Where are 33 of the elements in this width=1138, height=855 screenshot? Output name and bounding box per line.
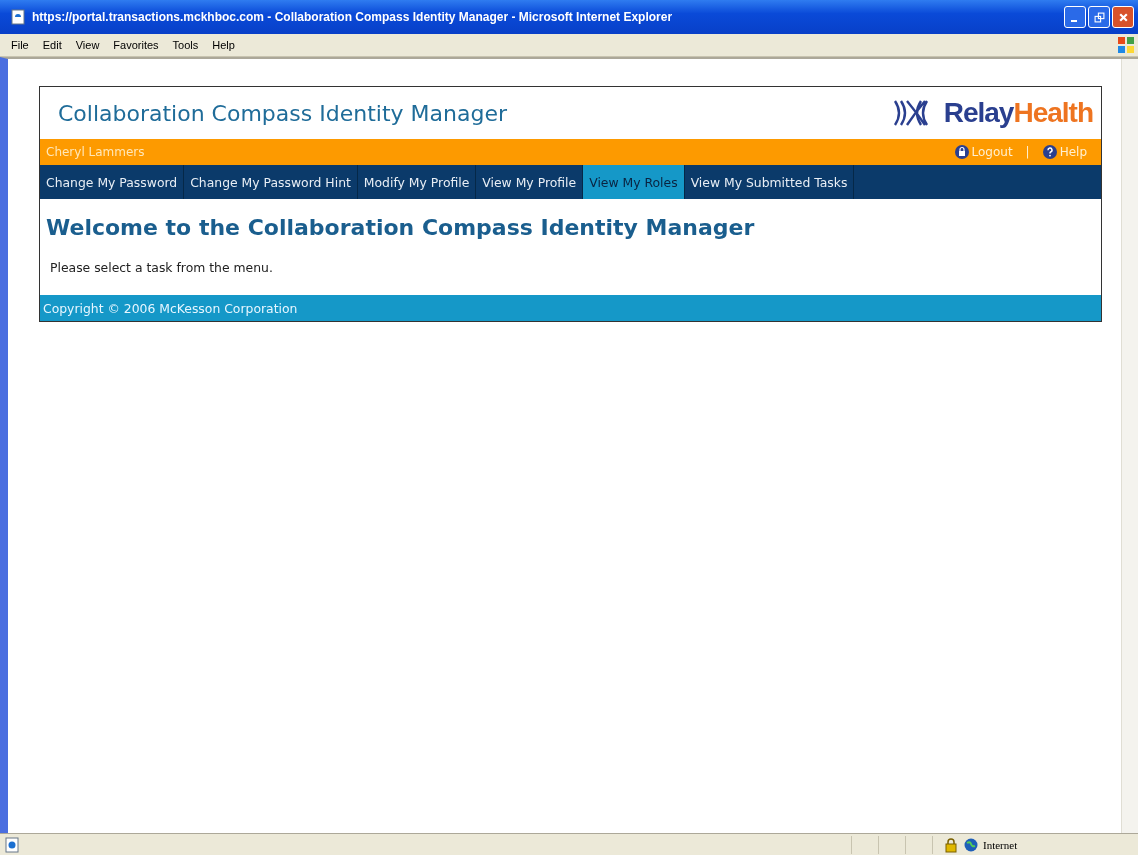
menu-item[interactable]: File <box>4 39 36 51</box>
restore-button[interactable] <box>1088 6 1110 28</box>
minimize-button[interactable] <box>1064 6 1086 28</box>
nav-tab[interactable]: View My Submitted Tasks <box>684 165 855 199</box>
menu-item[interactable]: Edit <box>35 39 69 51</box>
user-name: Cheryl Lammers <box>46 145 145 159</box>
logo-text: RelayHealth <box>943 97 1093 129</box>
window-title: https://portal.transactions.mckhboc.com - Collaboration Compass Identity Manager - Microsoft Internet Explorer <box>32 10 674 24</box>
lock-icon <box>954 145 969 159</box>
menu-item[interactable]: Favorites <box>106 39 166 51</box>
page-icon <box>10 9 26 25</box>
menu-item[interactable]: Help <box>205 39 242 51</box>
lock-icon <box>943 836 959 853</box>
page-icon <box>4 836 20 853</box>
zone-text: Internet <box>983 838 1018 851</box>
minimize-icon <box>1070 20 1077 22</box>
close-icon <box>1117 11 1129 23</box>
nav-tab[interactable]: Change My Password <box>40 165 185 199</box>
app-title: Collaboration Compass Identity Manager <box>58 100 507 126</box>
windows-flag-icon <box>1116 35 1136 55</box>
copyright-text: Copyright © 2006 McKesson Corporation <box>43 300 298 316</box>
nav-tab[interactable]: Modify My Profile <box>357 165 477 199</box>
nav-tab[interactable]: Change My Password Hint <box>184 165 358 199</box>
globe-icon <box>963 836 979 853</box>
help-icon <box>1042 145 1057 159</box>
menu-item[interactable]: View <box>68 39 107 51</box>
page-heading: Welcome to the Collaboration Compass Identity Manager <box>46 215 756 240</box>
nav-tab[interactable]: View My Roles <box>583 165 685 199</box>
close-button[interactable] <box>1112 6 1134 28</box>
message-text: Please select a task from the menu. <box>50 260 274 275</box>
link-separator: | <box>1025 145 1030 159</box>
menu-item[interactable]: Tools <box>165 39 206 51</box>
restore-icon <box>1093 11 1105 23</box>
